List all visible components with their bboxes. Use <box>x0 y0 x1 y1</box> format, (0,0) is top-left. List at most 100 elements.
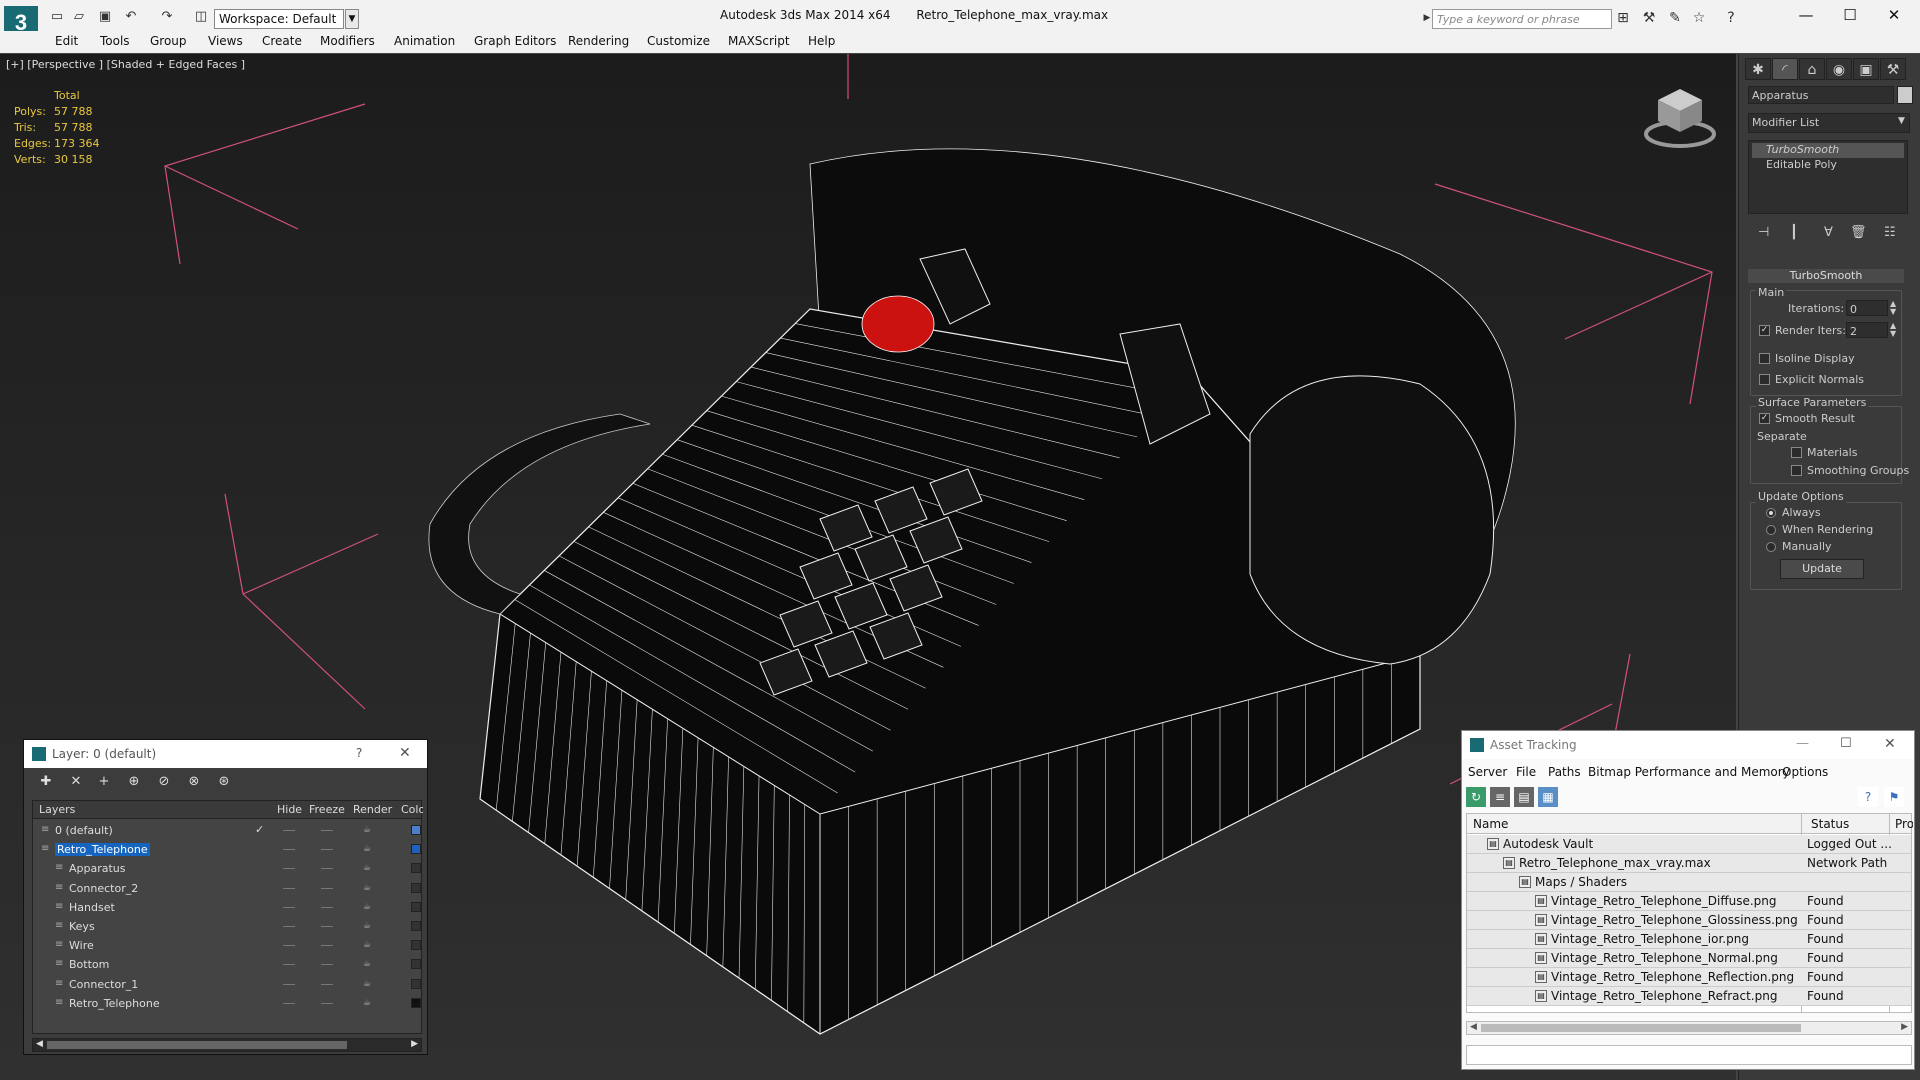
minimize-button[interactable]: — <box>1786 4 1826 26</box>
layer-row[interactable]: ≡ 0 (default) ✓ ☕ <box>33 821 421 840</box>
asset-row[interactable]: ▤ Vintage_Retro_Telephone_Normal.png Found <box>1467 949 1911 968</box>
grid-view-icon[interactable]: ▦ <box>1538 787 1558 807</box>
select-in-layer-icon[interactable]: ⊕ <box>124 774 144 792</box>
highlight-layer-icon[interactable]: ⊘ <box>154 774 174 792</box>
configure-sets-icon[interactable]: ☷ <box>1884 225 1896 240</box>
hide-toggle[interactable] <box>283 906 295 908</box>
isoline-display-checkbox[interactable] <box>1759 353 1770 364</box>
freeze-toggle[interactable] <box>321 983 333 985</box>
render-teapot-icon[interactable]: ☕ <box>363 883 373 893</box>
hide-toggle[interactable] <box>283 945 295 947</box>
maximize-button[interactable]: ☐ <box>1830 4 1870 26</box>
scroll-thumb[interactable] <box>47 1041 347 1049</box>
asset-row[interactable]: ▤ Vintage_Retro_Telephone_Diffuse.png Foun… <box>1467 892 1911 911</box>
render-teapot-icon[interactable]: ☕ <box>363 844 373 854</box>
delete-layer-icon[interactable]: ✕ <box>66 774 86 792</box>
binoculars-icon[interactable]: ⊞ <box>1614 9 1632 27</box>
layer-name[interactable]: Handset <box>69 901 115 914</box>
render-teapot-icon[interactable]: ☕ <box>363 998 373 1008</box>
layer-name[interactable]: Retro_Telephone <box>55 843 150 857</box>
new-file-icon[interactable]: ▭ <box>48 8 66 26</box>
hide-all-layers-icon[interactable]: ⊗ <box>184 774 204 792</box>
layer-color-swatch[interactable] <box>411 978 421 989</box>
favorites-star-icon[interactable]: ☆ <box>1690 9 1708 27</box>
asset-horizontal-scrollbar[interactable]: ◀ ▶ <box>1466 1021 1912 1035</box>
menu-create[interactable]: Create <box>262 34 302 48</box>
layers-horizontal-scrollbar[interactable]: ◀ ▶ <box>32 1038 422 1052</box>
render-iters-spinner-arrows-icon[interactable]: ▲ ▼ <box>1890 322 1896 338</box>
asset-name[interactable]: Vintage_Retro_Telephone_Reflection.png <box>1551 970 1794 984</box>
open-file-icon[interactable]: ▱ <box>70 8 88 26</box>
freeze-toggle[interactable] <box>321 964 333 966</box>
layer-row[interactable]: ≡ Bottom ☕ <box>33 955 421 974</box>
object-name-field[interactable]: Apparatus <box>1748 86 1894 104</box>
asset-row[interactable]: ▤ Vintage_Retro_Telephone_Glossiness.png F… <box>1467 911 1911 930</box>
layer-name[interactable]: Retro_Telephone <box>69 997 160 1010</box>
layer-window-titlebar[interactable]: Layer: 0 (default) ? ✕ <box>24 740 427 768</box>
freeze-toggle[interactable] <box>321 887 333 889</box>
add-to-layer-icon[interactable]: + <box>94 774 114 792</box>
asset-menu-server[interactable]: Server <box>1468 765 1507 779</box>
asset-close-button[interactable]: ✕ <box>1884 736 1896 752</box>
menu-rendering[interactable]: Rendering <box>568 34 629 48</box>
menu-maxscript[interactable]: MAXScript <box>728 34 790 48</box>
motion-tab-icon[interactable]: ◉ <box>1826 58 1852 80</box>
asset-path-field[interactable] <box>1466 1045 1912 1065</box>
asset-highlight-icon[interactable]: ⚑ <box>1884 787 1904 807</box>
asset-row[interactable]: ▤ Vintage_Retro_Telephone_Reflection.png F… <box>1467 968 1911 987</box>
explicit-normals-checkbox[interactable] <box>1759 374 1770 385</box>
asset-name[interactable]: Retro_Telephone_max_vray.max <box>1519 856 1711 870</box>
create-layer-icon[interactable]: ✚ <box>36 774 56 792</box>
asset-name[interactable]: Vintage_Retro_Telephone_ior.png <box>1551 932 1749 946</box>
menu-graph-editors[interactable]: Graph Editors <box>474 34 556 48</box>
communication-icon[interactable]: ✎ <box>1666 9 1684 27</box>
create-tab-icon[interactable]: ✱ <box>1745 58 1771 80</box>
redo-icon[interactable]: ↷ <box>158 8 176 26</box>
hide-toggle[interactable] <box>283 830 295 831</box>
hide-toggle[interactable] <box>283 849 295 851</box>
stack-item-editable-poly[interactable]: Editable Poly <box>1752 158 1904 173</box>
hide-toggle[interactable] <box>283 983 295 985</box>
layer-name[interactable]: Wire <box>69 939 94 952</box>
close-button[interactable]: ✕ <box>1874 4 1914 26</box>
menu-animation[interactable]: Animation <box>394 34 455 48</box>
render-teapot-icon[interactable]: ☕ <box>363 902 373 912</box>
menu-group[interactable]: Group <box>150 34 187 48</box>
col-layers[interactable]: Layers <box>39 803 75 816</box>
layer-color-swatch[interactable] <box>411 882 421 893</box>
when-rendering-radio[interactable] <box>1766 525 1776 535</box>
layer-color-swatch[interactable] <box>411 940 421 951</box>
asset-scroll-left-icon[interactable]: ◀ <box>1470 1022 1477 1032</box>
asset-name[interactable]: Autodesk Vault <box>1503 837 1593 851</box>
workspace-dropdown-arrow-icon[interactable]: ▼ <box>345 9 359 29</box>
project-folder-icon[interactable]: ◫ <box>192 8 210 26</box>
workspace-dropdown[interactable]: Workspace: Default <box>214 9 344 29</box>
asset-name[interactable]: Maps / Shaders <box>1535 875 1627 889</box>
freeze-toggle[interactable] <box>321 830 333 831</box>
modify-tab-icon[interactable]: ◜ <box>1772 58 1798 80</box>
asset-row[interactable]: ▤ Autodesk Vault Logged Out ... <box>1467 835 1911 854</box>
materials-checkbox[interactable] <box>1791 447 1802 458</box>
search-input[interactable]: Type a keyword or phrase <box>1432 9 1612 29</box>
iterations-spinner-arrows-icon[interactable]: ▲ ▼ <box>1890 300 1896 316</box>
col-status[interactable]: Status <box>1811 817 1849 831</box>
asset-row[interactable]: ▤ Vintage_Retro_Telephone_ior.png Found <box>1467 930 1911 949</box>
hide-toggle[interactable] <box>283 868 295 870</box>
asset-row[interactable]: ▤ Maps / Shaders <box>1467 873 1911 892</box>
layer-row[interactable]: ≡ Connector_1 ☕ <box>33 975 421 994</box>
modifier-list-dropdown[interactable]: Modifier List <box>1748 113 1910 133</box>
asset-maximize-button[interactable]: ☐ <box>1840 736 1852 751</box>
layer-color-swatch[interactable] <box>411 844 421 855</box>
col-color[interactable]: Color <box>401 803 423 816</box>
make-unique-icon[interactable]: ∀ <box>1824 225 1833 240</box>
subscription-icon[interactable]: ⚒ <box>1640 9 1658 27</box>
layer-row[interactable]: ≡ Handset ☕ <box>33 898 421 917</box>
layer-row[interactable]: ≡ Wire ☕ <box>33 936 421 955</box>
asset-scroll-right-icon[interactable]: ▶ <box>1901 1022 1908 1032</box>
render-teapot-icon[interactable]: ☕ <box>363 940 373 950</box>
render-teapot-icon[interactable]: ☕ <box>363 825 373 835</box>
layer-color-swatch[interactable] <box>411 997 421 1008</box>
layer-color-swatch[interactable] <box>411 901 421 912</box>
turbosmooth-rollout-header[interactable]: TurboSmooth <box>1748 269 1904 283</box>
iterations-spinner[interactable]: 0 <box>1846 300 1888 316</box>
